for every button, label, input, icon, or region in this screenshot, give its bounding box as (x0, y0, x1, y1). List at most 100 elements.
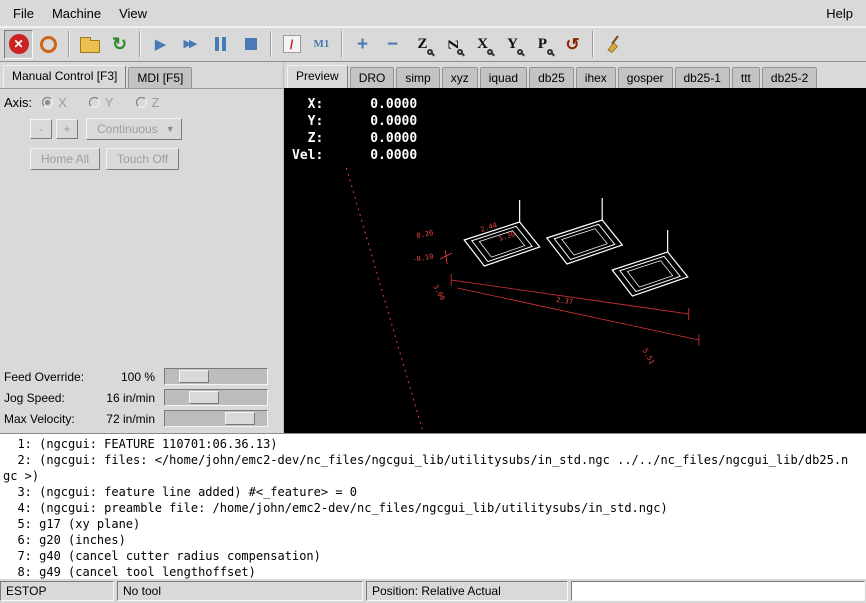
jog-mode-dropdown[interactable]: Continuous ▼ (86, 118, 182, 140)
dimension-label: 2.37 (556, 295, 574, 306)
feed-override-label: Feed Override: (0, 370, 90, 384)
home-all-button[interactable]: Home All (30, 148, 100, 170)
menu-machine[interactable]: Machine (43, 2, 110, 25)
jog-speed-slider[interactable] (164, 389, 268, 406)
gcode-line: 3: (ngcgui: feature line added) #<_featu… (3, 484, 863, 500)
gcode-line: 4: (ngcgui: preamble file: /home/john/em… (3, 500, 863, 516)
tab-db25[interactable]: db25 (529, 67, 574, 88)
toolbar-separator (592, 31, 594, 57)
toolbar-separator (341, 31, 343, 57)
view-perspective-button[interactable]: P (528, 30, 557, 59)
tab-mdi[interactable]: MDI [F5] (128, 67, 192, 88)
manual-control-body: Axis: X Y Z - + Continuous ▼ (0, 89, 283, 364)
manual-control-panel: Axis: X Y Z - + Continuous ▼ (0, 88, 283, 433)
jog-speed-handle[interactable] (189, 391, 219, 404)
axis-radio-y[interactable]: Y (89, 95, 114, 110)
status-machine-state: ESTOP (0, 581, 114, 601)
readout-vel-value: 0.0000 (323, 147, 417, 164)
rotate-view-button[interactable] (558, 30, 587, 59)
magnifier-icon (517, 49, 523, 55)
broom-icon (604, 34, 624, 54)
program-pause-button[interactable] (206, 30, 235, 59)
tab-manual-control[interactable]: Manual Control [F3] (3, 65, 126, 88)
program-step-button[interactable] (176, 30, 205, 59)
view-z-icon: Z (417, 36, 427, 53)
zoom-in-button[interactable] (348, 30, 377, 59)
tab-iquad[interactable]: iquad (480, 67, 527, 88)
readout-z-value: 0.0000 (323, 130, 417, 147)
view-front-button[interactable]: Y (498, 30, 527, 59)
rotate-icon (565, 36, 579, 53)
feed-override-handle[interactable] (179, 370, 209, 383)
tab-preview[interactable]: Preview (287, 65, 348, 88)
toolbar-separator (68, 31, 70, 57)
menu-file[interactable]: File (4, 2, 43, 25)
toolpath-shapes (464, 198, 688, 296)
jog-mode-value: Continuous (97, 122, 158, 136)
preview-tabbar: Preview DRO simp xyz iquad db25 ihex gos… (284, 62, 866, 88)
override-sliders: Feed Override: 100 % Jog Speed: 16 in/mi… (0, 364, 283, 433)
dimension-label: 0.20 (416, 228, 434, 240)
dimension-label: 3.00 (431, 283, 447, 302)
max-velocity-slider[interactable] (164, 410, 268, 427)
skip-lines-button[interactable] (277, 30, 306, 59)
tab-ttt[interactable]: ttt (732, 67, 760, 88)
program-run-button[interactable] (146, 30, 175, 59)
tab-xyz[interactable]: xyz (442, 67, 478, 88)
tab-dro[interactable]: DRO (350, 67, 395, 88)
tab-gosper[interactable]: gosper (618, 67, 673, 88)
machine-power-button[interactable] (34, 30, 63, 59)
estop-button[interactable] (4, 30, 33, 59)
view-top-rotated-button[interactable]: Z (438, 30, 467, 59)
view-top-button[interactable]: Z (408, 30, 437, 59)
estop-icon (9, 34, 29, 54)
dimension-lines (451, 274, 699, 346)
dimension-label: -0.10 (412, 251, 434, 263)
max-velocity-value: 72 in/min (90, 412, 164, 426)
axis-window: File Machine View Help M1 Z Z X Y P (0, 0, 866, 603)
control-column: Manual Control [F3] MDI [F5] Axis: X Y Z… (0, 62, 284, 433)
feed-override-row: Feed Override: 100 % (0, 366, 281, 387)
magnifier-icon (547, 49, 553, 55)
jog-speed-label: Jog Speed: (0, 391, 90, 405)
run-icon (155, 37, 167, 52)
readout-x-label: X: (292, 96, 323, 113)
view-side-button[interactable]: X (468, 30, 497, 59)
gcode-listing[interactable]: 1: (ngcgui: FEATURE 110701:06.36.13) 2: … (0, 433, 866, 579)
gcode-line: 5: g17 (xy plane) (3, 516, 863, 532)
touch-off-button[interactable]: Touch Off (106, 148, 179, 170)
preview-column: Preview DRO simp xyz iquad db25 ihex gos… (284, 62, 866, 433)
reload-file-button[interactable] (105, 30, 134, 59)
feed-override-slider[interactable] (164, 368, 268, 385)
readout-z-label: Z: (292, 130, 323, 147)
preview-canvas[interactable]: 0.20 -0.10 3.00 2.44 1.30 2.37 5.51 X:0.… (284, 88, 866, 433)
tab-db25-2[interactable]: db25-2 (762, 67, 817, 88)
magnifier-icon (457, 49, 463, 55)
jog-plus-button[interactable]: + (56, 119, 78, 139)
menu-view[interactable]: View (110, 2, 156, 25)
readout-y-label: Y: (292, 113, 323, 130)
readout-x-value: 0.0000 (323, 96, 417, 113)
tab-simp[interactable]: simp (396, 67, 439, 88)
position-readout: X:0.0000 Y:0.0000 Z:0.0000 Vel:0.0000 (292, 96, 417, 164)
slash-icon (283, 35, 301, 53)
step-icon (184, 39, 198, 50)
program-stop-button[interactable] (236, 30, 265, 59)
tab-ihex[interactable]: ihex (576, 67, 616, 88)
axis-radio-x[interactable]: X (42, 95, 67, 110)
clear-plot-button[interactable] (599, 30, 628, 59)
status-position-mode: Position: Relative Actual (366, 581, 568, 601)
tab-db25-1[interactable]: db25-1 (675, 67, 730, 88)
radio-icon (89, 97, 100, 108)
optional-pause-button[interactable]: M1 (307, 30, 336, 59)
view-p-icon: P (538, 36, 547, 53)
magnifier-icon (487, 49, 493, 55)
axis-radio-z[interactable]: Z (136, 95, 160, 110)
open-file-button[interactable] (75, 30, 104, 59)
max-velocity-handle[interactable] (225, 412, 255, 425)
main-area: Manual Control [F3] MDI [F5] Axis: X Y Z… (0, 62, 866, 433)
zoom-out-button[interactable] (378, 30, 407, 59)
control-tabbar: Manual Control [F3] MDI [F5] (0, 62, 283, 88)
jog-minus-button[interactable]: - (30, 119, 52, 139)
menu-help[interactable]: Help (817, 2, 862, 25)
